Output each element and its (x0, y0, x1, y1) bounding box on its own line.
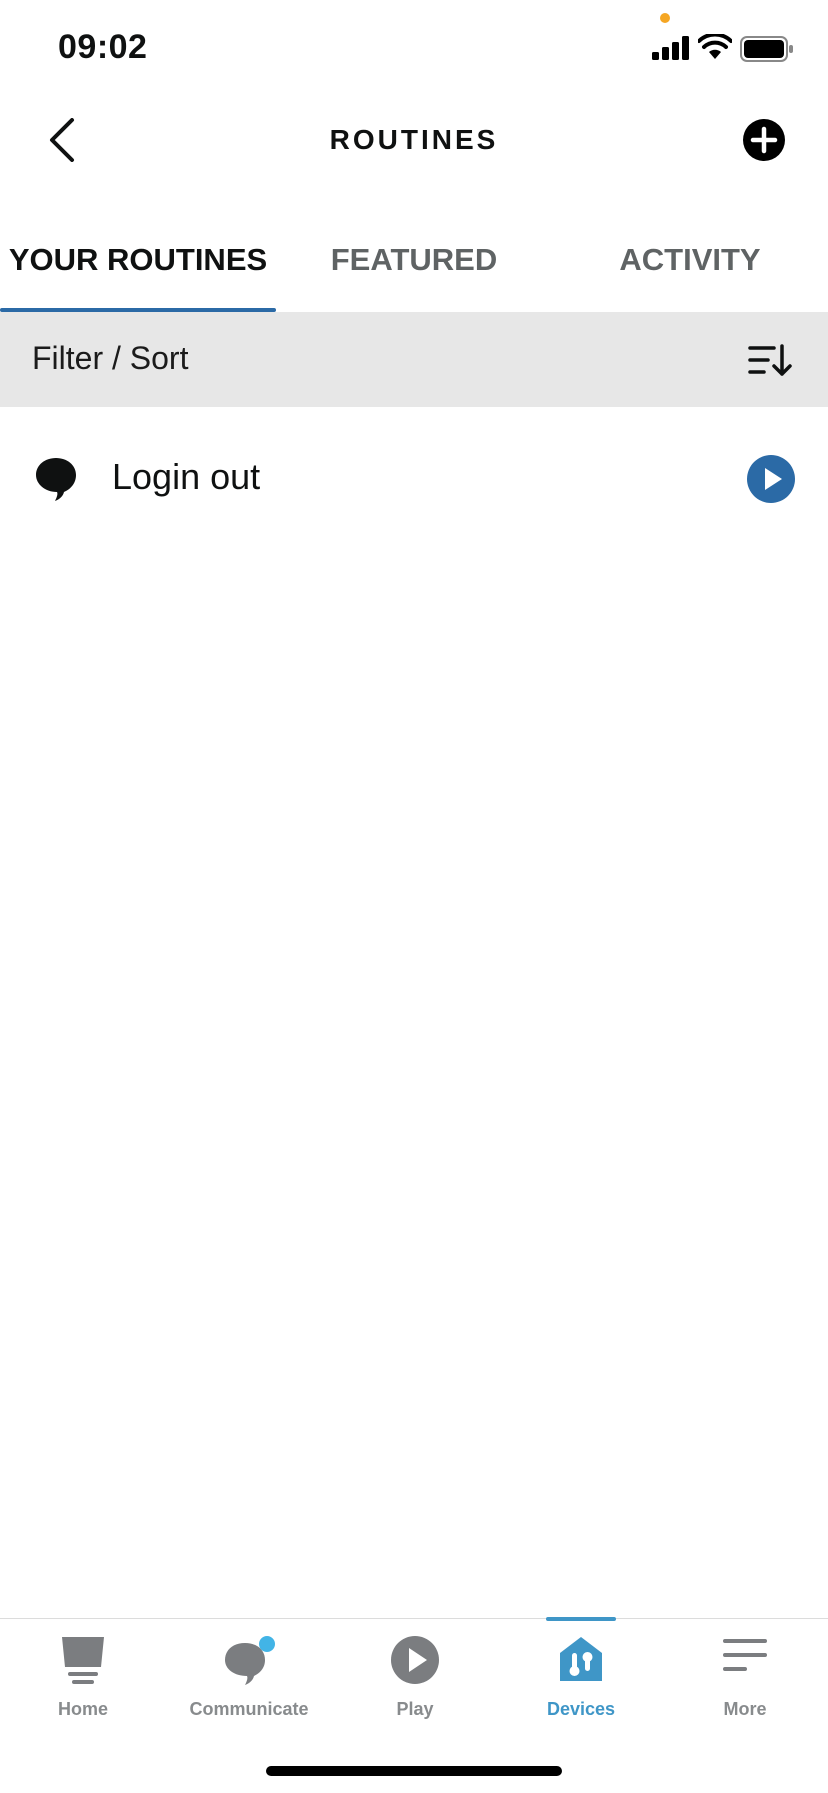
routine-list-item[interactable]: Login out (0, 420, 828, 530)
page-title: ROUTINES (329, 124, 499, 155)
play-circle-icon (391, 1636, 439, 1684)
devices-icon (560, 1637, 602, 1681)
header: ROUTINES (0, 100, 828, 180)
nav-label: Play (396, 1699, 434, 1719)
battery-icon (740, 36, 793, 62)
nav-label: Communicate (189, 1699, 309, 1719)
status-bar: 09:02 (0, 0, 828, 100)
status-time: 09:02 (58, 28, 148, 66)
nav-label: Devices (546, 1699, 616, 1719)
privacy-indicator-dot (660, 13, 670, 23)
filter-sort-bar[interactable]: Filter / Sort (0, 312, 828, 407)
nav-devices[interactable]: Devices (498, 1619, 664, 1739)
add-routine-button[interactable] (742, 118, 786, 162)
tab-activity[interactable]: ACTIVITY (552, 212, 828, 312)
play-routine-button[interactable] (746, 454, 796, 504)
routine-label: Login out (112, 456, 261, 497)
tab-featured[interactable]: FEATURED (276, 212, 552, 312)
nav-communicate[interactable]: Communicate (166, 1619, 332, 1739)
menu-icon (723, 1639, 767, 1671)
tab-bar: YOUR ROUTINES FEATURED ACTIVITY (0, 212, 828, 312)
home-indicator[interactable] (266, 1766, 562, 1776)
communicate-icon (225, 1636, 275, 1685)
nav-label: Home (57, 1699, 108, 1719)
speech-bubble-icon (36, 458, 76, 501)
sort-icon[interactable] (748, 342, 792, 378)
filter-sort-label: Filter / Sort (32, 340, 189, 376)
nav-more[interactable]: More (662, 1619, 828, 1739)
nav-home[interactable]: Home (0, 1619, 166, 1739)
nav-label: More (723, 1699, 767, 1719)
nav-play[interactable]: Play (332, 1619, 498, 1739)
home-icon (62, 1637, 104, 1684)
tab-your-routines[interactable]: YOUR ROUTINES (0, 212, 276, 312)
signal-icon (652, 36, 689, 60)
wifi-icon (698, 34, 732, 59)
